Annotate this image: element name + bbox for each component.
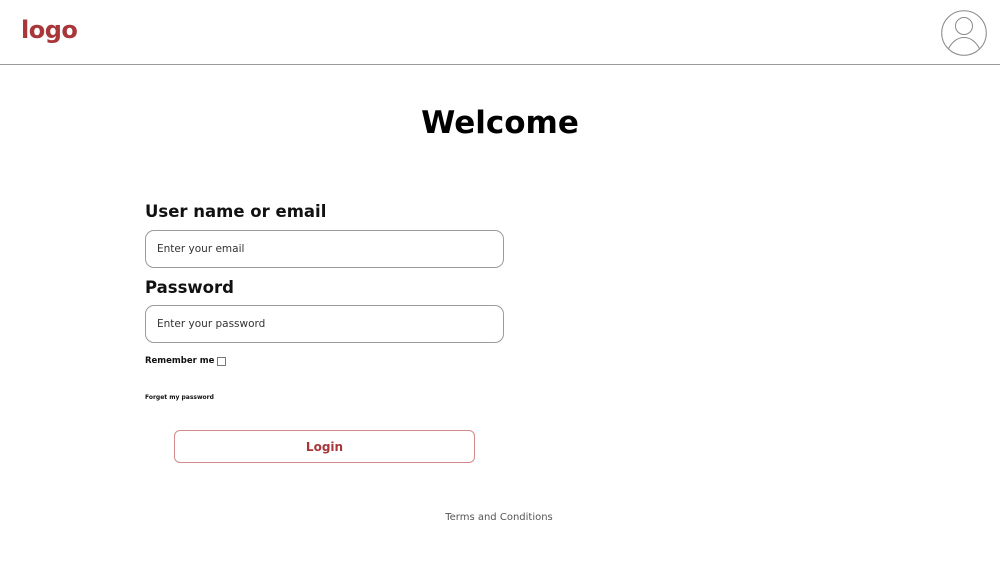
user-avatar-icon[interactable] xyxy=(941,10,987,56)
terms-link[interactable]: Terms and Conditions xyxy=(0,512,998,523)
password-field[interactable] xyxy=(145,305,504,343)
page-title: Welcome xyxy=(421,105,579,141)
password-label: Password xyxy=(145,278,234,297)
forgot-password-link[interactable]: Forget my password xyxy=(145,394,214,401)
remember-me-checkbox[interactable] xyxy=(217,356,227,366)
logo[interactable]: logo xyxy=(21,16,78,44)
header: logo xyxy=(0,0,1000,65)
remember-me: Remember me xyxy=(145,356,227,366)
username-label: User name or email xyxy=(145,202,327,221)
remember-me-label: Remember me xyxy=(145,356,215,366)
login-button[interactable]: Login xyxy=(174,430,475,463)
email-field[interactable] xyxy=(145,230,504,268)
